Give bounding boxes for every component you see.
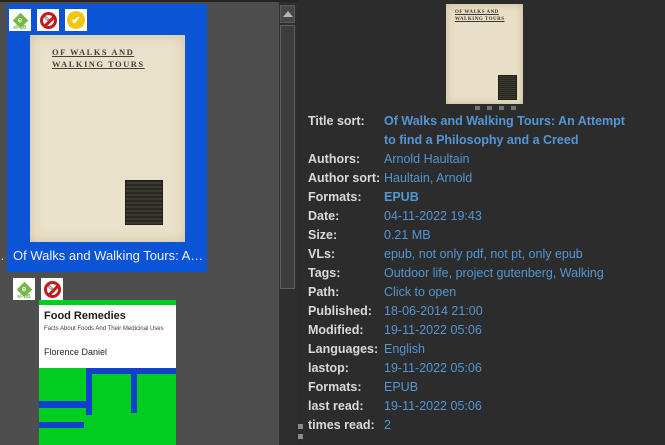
metadata-value-link[interactable]: Arnold Haultain [384,150,469,169]
metadata-label: Authors: [308,152,361,166]
metadata-label: Modified: [308,323,364,337]
no-edit-icon: ✎ [37,9,59,31]
cover-subtitle-text: Facts About Foods And Their Medicinal Us… [44,326,164,332]
metadata-value-link[interactable]: Haultain, Arnold [384,169,472,188]
book-tile-selected[interactable]: e ePUB ✎ ✔ OF WALKS AND WALKING TOURS Of… [7,4,207,272]
calibre-window: … e ePUB ✎ ✔ OF WALKS AND WALKING TOURS [0,0,665,445]
panel-splitter-handle[interactable] [298,424,303,439]
metadata-value-link[interactable]: 19-11-2022 05:06 [384,321,482,340]
metadata-value-link[interactable]: English [384,340,425,359]
metadata-value-link[interactable]: 19-11-2022 05:06 [384,359,482,378]
metadata-row: Authors: Arnold Haultain [308,150,658,169]
metadata-value-link[interactable]: EPUB [384,188,419,207]
metadata-row: Size: 0.21 MB [308,226,658,245]
epub-format-icon: e ePUB [13,278,35,300]
metadata-label: Formats: [308,380,362,394]
epub-format-icon: e ePUB [9,9,31,31]
metadata-label: last read: [308,399,364,413]
metadata-value-link[interactable]: 19-11-2022 05:06 [384,397,482,416]
no-edit-icon: ✎ [41,278,63,300]
metadata-label: Tags: [308,266,341,280]
metadata-value-link[interactable]: Outdoor life, project gutenberg, Walking [384,264,604,283]
metadata-label: Title sort: [308,114,365,128]
metadata-value-link[interactable]: EPUB [384,378,418,397]
metadata-row: Date: 04-11-2022 19:43 [308,207,658,226]
metadata-label: Author sort: [308,171,381,185]
metadata-value-link[interactable]: 0.21 MB [384,226,431,245]
metadata-row: Languages: English [308,340,658,359]
metadata-row: times read: 2 [308,416,658,435]
cover-art-line [131,374,137,413]
cover-title-text: Food Remedies [44,310,126,322]
emblem-row: e ePUB ✎ [13,278,63,300]
metadata-row: VLs: epub, not only pdf, not pt, only ep… [308,245,658,264]
cover-splitter-handle[interactable] [475,106,516,110]
metadata-row: Modified: 19-11-2022 05:06 [308,321,658,340]
metadata-row: Tags: Outdoor life, project gutenberg, W… [308,264,658,283]
scrollbar-thumb[interactable] [280,25,295,289]
metadata-label: Formats: [308,190,362,204]
metadata-label: Published: [308,304,372,318]
metadata-row: Published: 18-06-2014 21:00 [308,302,658,321]
cover-art-line [39,422,84,428]
book-cover[interactable]: OF WALKS AND WALKING TOURS [30,35,185,242]
metadata-value-link[interactable]: epub, not only pdf, not pt, only epub [384,245,583,264]
cover-art-line [39,401,86,408]
cover-art-line [86,368,92,415]
cover-title-text: OF WALKS AND WALKING TOURS [455,10,505,22]
cover-illustration [498,75,517,100]
scroll-up-button[interactable] [280,5,295,23]
book-details-panel: OF WALKS AND WALKING TOURS Title sort: O… [297,0,665,445]
metadata-value-link[interactable]: 2 [384,416,391,435]
metadata-row: Formats: EPUB [308,378,658,397]
metadata-row: Formats: EPUB [308,188,658,207]
metadata-value-link[interactable]: 04-11-2022 19:43 [384,207,482,226]
book-caption: Of Walks and Walking Tours: A… [13,248,203,263]
metadata-label: Path: [308,285,340,299]
read-check-icon: ✔ [65,9,87,31]
cover-title-text: OF WALKS AND WALKING TOURS [52,47,145,69]
metadata-value-link[interactable]: Click to open [384,283,456,302]
metadata-row: Author sort: Haultain, Arnold [308,169,658,188]
metadata-row: lastop: 19-11-2022 05:06 [308,359,658,378]
metadata-list: Title sort: Of Walks and Walking Tours: … [308,112,658,435]
cover-illustration [125,180,163,225]
metadata-label: Languages: [308,342,379,356]
cover-author-text: Florence Daniel [44,347,108,357]
metadata-value-link[interactable]: Of Walks and Walking Tours: An Attempt t… [384,112,640,150]
up-arrow-icon [282,11,293,17]
cover-grid[interactable]: … e ePUB ✎ ✔ OF WALKS AND WALKING TOURS [0,0,279,445]
metadata-row: Path: Click to open [308,283,658,302]
details-cover-thumbnail[interactable]: OF WALKS AND WALKING TOURS [446,4,523,104]
metadata-label: lastop: [308,361,349,375]
metadata-label: VLs: [308,247,336,261]
metadata-row: Title sort: Of Walks and Walking Tours: … [308,112,658,150]
grid-scrollbar[interactable] [279,0,297,445]
metadata-label: Date: [308,209,340,223]
emblem-row: e ePUB ✎ ✔ [9,9,87,31]
metadata-label: Size: [308,228,338,242]
clipped-caption-fragment: … [0,248,5,263]
book-cover[interactable]: Food Remedies Facts About Foods And Thei… [39,300,176,445]
metadata-row: last read: 19-11-2022 05:06 [308,397,658,416]
metadata-label: times read: [308,418,375,432]
metadata-value-link[interactable]: 18-06-2014 21:00 [384,302,483,321]
